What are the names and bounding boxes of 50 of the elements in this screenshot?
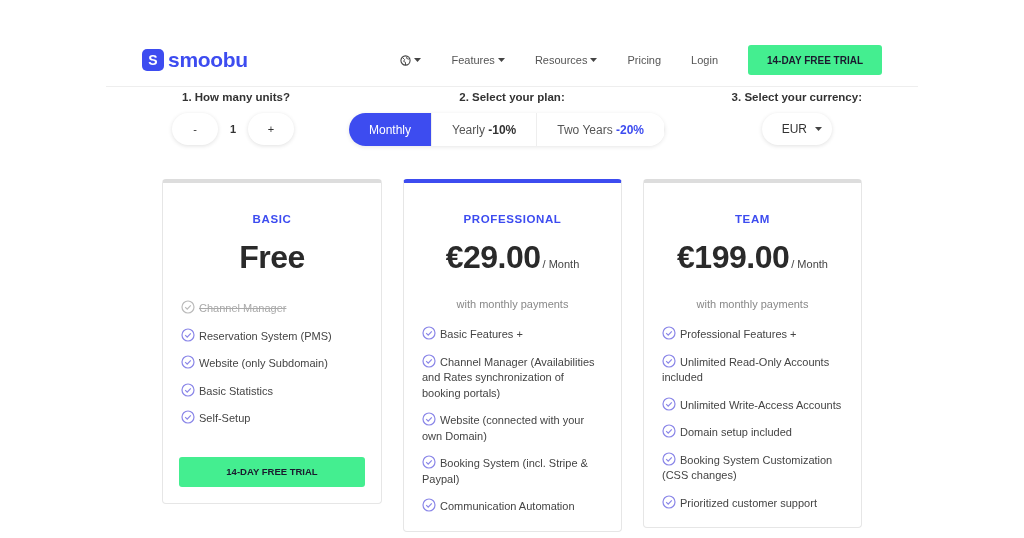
free-trial-button[interactable]: 14-DAY FREE TRIAL [179, 456, 365, 487]
caret-icon [497, 58, 505, 62]
price-period: / Month [791, 258, 828, 270]
feature-item: Website (only Subdomain) [181, 355, 363, 372]
feature-item: Channel Manager [181, 300, 363, 317]
feature-item: Booking System (incl. Stripe & Paypal) [422, 455, 589, 487]
feature-item: Unlimited Write-Access Accounts [662, 396, 843, 413]
price-period: / Month [542, 258, 580, 270]
plan-price: Free [239, 239, 305, 276]
nav-menu[interactable]: Features [451, 54, 505, 66]
feature-item: Self-Setup [181, 410, 363, 427]
nav-menu[interactable]: Resources [534, 54, 598, 66]
nav-link[interactable]: Login [691, 54, 718, 66]
feature-item: Booking System Customization (CSS changes) [662, 451, 834, 483]
feature-item: Prioritized customer support [662, 494, 843, 511]
feature-item: Communication Automation [422, 498, 603, 515]
plan-price: €29.00 [445, 239, 541, 276]
plan-price: €199.00 [677, 239, 790, 276]
plan-name: BASIC [252, 213, 292, 225]
payment-note: with monthly payments [456, 298, 569, 310]
logo-text[interactable]: smoobu [168, 48, 248, 72]
feature-item: Website (connected with your own Domain) [422, 412, 586, 444]
step-label: 3. Select your currency: [731, 91, 862, 103]
feature-item: Reservation System (PMS) [181, 327, 363, 344]
currency-dropdown[interactable]: EUR [761, 113, 832, 145]
units-value: 1 [228, 123, 238, 135]
plan-option[interactable]: Yearly -10% [432, 113, 538, 146]
feature-item: Basic Features + [422, 326, 603, 343]
plan-name: PROFESSIONAL [463, 213, 562, 225]
increment-button[interactable]: + [248, 113, 294, 145]
language-menu[interactable] [400, 54, 422, 66]
nav-link[interactable]: Pricing [627, 54, 662, 66]
plan-option[interactable]: Two Years -20% [537, 113, 665, 146]
decrement-button[interactable]: - [172, 113, 218, 145]
feature-item: Basic Statistics [181, 382, 363, 399]
payment-note: with monthly payments [696, 298, 809, 310]
feature-item: Channel Manager (Availabilities and Rates synchronization of booking portals) [422, 353, 596, 401]
caret-icon [414, 58, 422, 62]
feature-item: Unlimited Read-Only Accounts included [662, 353, 831, 385]
caret-icon [815, 127, 822, 131]
plan-name: TEAM [735, 213, 770, 225]
logo-mark[interactable]: S [142, 49, 164, 71]
feature-item: Professional Features + [662, 326, 843, 343]
globe-icon [400, 54, 412, 66]
free-trial-button[interactable]: 14-DAY FREE TRIAL [748, 45, 882, 75]
caret-icon [590, 58, 598, 62]
feature-item: Domain setup included [662, 424, 843, 441]
step-label: 2. Select your plan: [459, 91, 565, 103]
plan-option[interactable]: Monthly [348, 113, 432, 146]
step-label: 1. How many units? [182, 91, 290, 103]
